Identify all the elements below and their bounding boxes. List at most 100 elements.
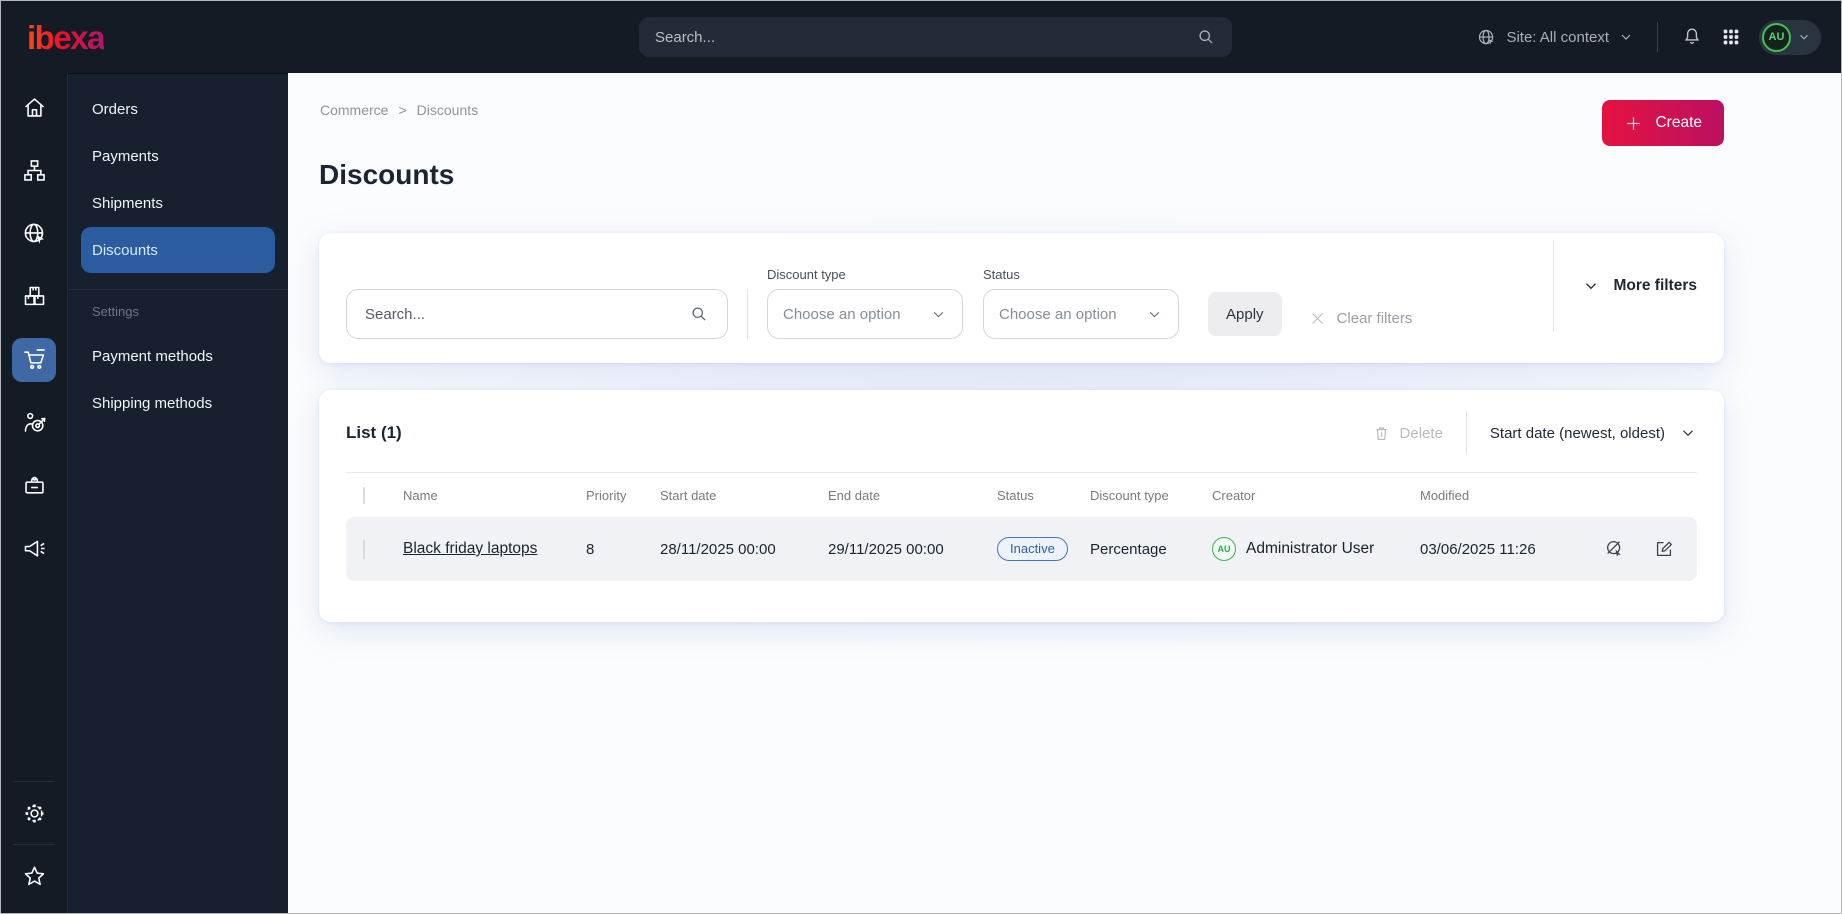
campaign-megaphone-icon [12, 527, 56, 571]
delete-button-label: Delete [1399, 424, 1443, 442]
personalization-target-icon [12, 401, 56, 445]
content-tree-icon [12, 149, 56, 193]
site-context-label: Site: All context [1506, 28, 1609, 46]
discount-name-link[interactable]: Black friday laptops [403, 540, 537, 557]
breadcrumb-commerce[interactable]: Commerce [320, 102, 388, 118]
page-title: Discounts [319, 159, 455, 190]
table-row: Black friday laptops 8 28/11/2025 00:00 … [346, 517, 1697, 581]
sort-label: Start date (newest, oldest) [1489, 424, 1665, 442]
commerce-menu: Orders Payments Shipments Discounts Sett… [67, 73, 288, 913]
avatar: AU [1762, 22, 1791, 52]
status-filter: Status Choose an option [983, 267, 1179, 339]
chevron-down-icon [1679, 424, 1697, 442]
ibexa-logo[interactable]: ibexa [27, 21, 105, 54]
delete-button[interactable]: Delete [1372, 424, 1443, 443]
plus-icon [1624, 114, 1643, 133]
row-end-date: 29/11/2025 00:00 [828, 540, 944, 558]
close-icon [1309, 310, 1326, 327]
rail-item-dashboard[interactable] [3, 76, 66, 139]
row-start-date: 28/11/2025 00:00 [660, 540, 776, 558]
chevron-down-icon [1146, 306, 1163, 323]
chevron-down-icon [1618, 29, 1634, 45]
bookmarks-star-icon [12, 854, 56, 898]
status-select[interactable]: Choose an option [983, 289, 1179, 339]
table-header-row: Name Priority Start date End date Status… [346, 473, 1697, 517]
rail-item-products[interactable] [3, 265, 66, 328]
filter-search [346, 289, 728, 339]
list-header: List (1) Delete Start date (newest, olde… [346, 412, 1697, 454]
breadcrumb-separator: > [398, 102, 407, 118]
search-icon[interactable] [1196, 27, 1216, 47]
status-badge: Inactive [997, 537, 1068, 561]
menu-item-payment-methods[interactable]: Payment methods [68, 333, 288, 380]
create-button[interactable]: Create [1602, 100, 1724, 146]
rail-item-admin[interactable] [3, 782, 66, 844]
deactivate-discount-icon[interactable] [1604, 538, 1626, 560]
menu-item-discounts[interactable]: Discounts [81, 227, 275, 273]
rail-item-commerce[interactable] [3, 328, 66, 391]
status-value: Choose an option [999, 305, 1117, 323]
row-checkbox[interactable] [363, 539, 365, 559]
col-start-date: Start date [660, 487, 717, 503]
rail-item-campaign[interactable] [3, 517, 66, 580]
main-content: Commerce > Discounts Create Discounts Di… [288, 73, 1841, 913]
rail-item-bookmarks[interactable] [3, 845, 66, 907]
sort-dropdown[interactable]: Start date (newest, oldest) [1490, 424, 1697, 442]
products-boxes-icon [12, 275, 56, 319]
col-name: Name [403, 487, 438, 503]
filters-card: Discount type Choose an option Status Ch… [319, 233, 1724, 363]
status-label: Status [983, 267, 1020, 282]
chevron-down-icon [1582, 277, 1600, 295]
settings-gear-icon [12, 791, 56, 835]
home-icon [12, 86, 56, 130]
creator-cell: AU Administrator User [1212, 537, 1420, 561]
app-grid-icon[interactable] [1720, 26, 1742, 48]
discounts-table: Name Priority Start date End date Status… [346, 472, 1697, 581]
col-creator: Creator [1212, 487, 1256, 503]
rail-item-personalization[interactable] [3, 391, 66, 454]
global-search-input[interactable] [655, 28, 1196, 46]
site-context-switcher[interactable]: Site: All context [1476, 27, 1634, 48]
rail-item-content[interactable] [3, 139, 66, 202]
menu-item-shipping-methods[interactable]: Shipping methods [68, 380, 288, 427]
discount-type-select[interactable]: Choose an option [767, 289, 963, 339]
user-menu[interactable]: AU [1759, 19, 1821, 55]
filter-search-input[interactable] [365, 305, 689, 323]
list-title: List (1) [346, 423, 402, 442]
more-filters-label: More filters [1613, 277, 1697, 294]
list-header-divider [1465, 412, 1467, 454]
col-priority: Priority [586, 487, 627, 503]
discount-type-filter: Discount type Choose an option [767, 267, 963, 339]
chevron-down-icon [930, 306, 947, 323]
search-icon[interactable] [689, 304, 709, 324]
edit-icon[interactable] [1653, 538, 1675, 560]
create-button-label: Create [1655, 114, 1702, 131]
select-all-checkbox[interactable] [363, 486, 365, 504]
rail-item-workspace[interactable] [3, 454, 66, 517]
menu-section-settings: Settings [92, 304, 139, 319]
notifications-bell-icon[interactable] [1681, 26, 1703, 48]
col-end-date: End date [828, 487, 881, 503]
topbar-right: Site: All context AU [1476, 19, 1841, 55]
apply-button[interactable]: Apply [1208, 292, 1282, 336]
rail-bottom [1, 781, 67, 907]
more-filters-button[interactable]: More filters [1582, 277, 1697, 295]
rail-item-site[interactable] [3, 202, 66, 265]
filter-divider [747, 289, 748, 339]
discounts-list-card: List (1) Delete Start date (newest, olde… [319, 390, 1724, 622]
menu-item-orders[interactable]: Orders [68, 86, 288, 133]
trash-icon [1372, 424, 1391, 443]
creator-name: Administrator User [1246, 540, 1375, 557]
creator-avatar: AU [1212, 537, 1236, 561]
icon-rail [1, 73, 67, 913]
jobs-bag-icon [12, 464, 56, 508]
clear-filters-button[interactable]: Clear filters [1309, 310, 1412, 327]
menu-item-payments[interactable]: Payments [68, 133, 288, 180]
row-modified: 03/06/2025 11:26 [1420, 540, 1536, 558]
site-globe-icon [12, 212, 56, 256]
row-discount-type: Percentage [1090, 540, 1167, 558]
global-search [639, 17, 1232, 57]
globe-icon [1476, 27, 1497, 48]
col-discount-type: Discount type [1090, 487, 1169, 503]
menu-item-shipments[interactable]: Shipments [68, 180, 288, 227]
